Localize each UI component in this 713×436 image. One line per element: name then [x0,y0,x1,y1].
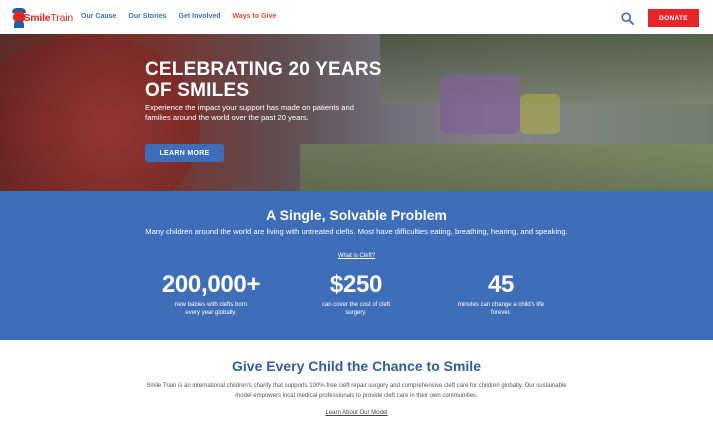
stat-description: can cover the cost of cleft surgery. [321,302,391,316]
stat-description: minutes can change a child's life foreve… [457,302,545,316]
problem-text: Many children around the world are livin… [145,227,568,236]
stat-value: 45 [487,271,515,298]
hero-subtitle: Experience the impact your support has m… [145,103,354,122]
logo-text: SmileTrain [23,12,73,24]
search-icon[interactable] [621,12,634,25]
hero-banner: CELEBRATING 20 YEARS OF SMILES Experienc… [0,34,713,191]
stat-surgery-cost: $250 can cover the cost of cleft surgery… [306,272,406,317]
nav-our-cause[interactable]: Our Cause [81,13,116,20]
nav-our-stories[interactable]: Our Stories [128,13,166,20]
mission-title: Give Every Child the Chance to Smile [232,358,481,374]
main-nav: Our Cause Our Stories Get Involved Ways … [81,13,276,20]
smile-train-logo-icon [11,8,26,28]
stat-description: new babies with clefts born every year g… [174,302,248,316]
mission-text: Smile Train is an international children… [146,383,567,399]
smile-train-logo[interactable]: SmileTrain [11,6,73,30]
what-is-cleft-link[interactable]: What is Cleft? [0,253,713,259]
problem-title: A Single, Solvable Problem [266,207,447,223]
stat-minutes: 45 minutes can change a child's life for… [451,272,551,317]
hero-title: CELEBRATING 20 YEARS OF SMILES [145,59,382,101]
learn-about-our-model-link[interactable]: Learn About Our Model [0,410,713,416]
stat-value: 200,000+ [161,271,261,298]
site-header: SmileTrain Our Cause Our Stories Get Inv… [0,0,713,34]
stat-babies-born: 200,000+ new babies with clefts born eve… [141,272,281,317]
logo-brand: Smile [23,12,51,24]
problem-section: A Single, Solvable Problem Many children… [0,191,713,340]
logo-brand-suffix: Train [50,12,73,24]
nav-ways-to-give[interactable]: Ways to Give [233,13,277,20]
nav-get-involved[interactable]: Get Involved [179,13,221,20]
stat-value: $250 [329,271,383,298]
donate-button[interactable]: DONATE [648,9,699,27]
learn-more-button[interactable]: LEARN MORE [145,144,224,162]
